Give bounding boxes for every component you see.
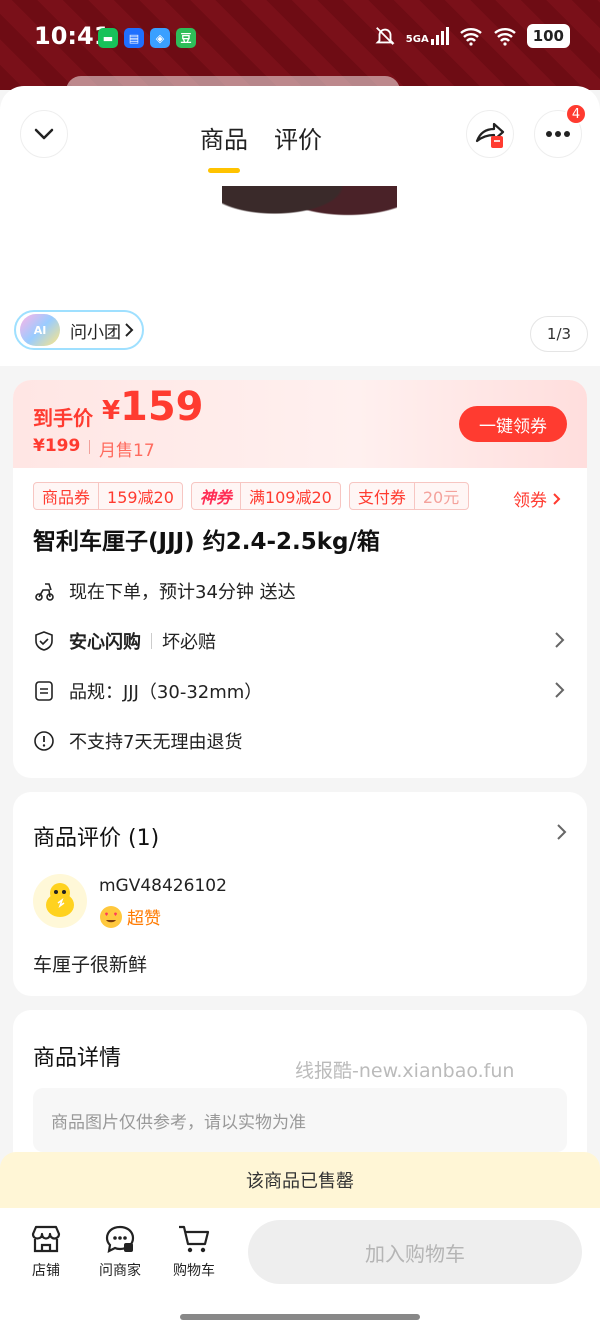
guarantee-row[interactable]: 安心闪购 坏必赔 [33,626,567,656]
get-coupons-link[interactable]: 领券 [513,486,562,511]
spec-text: 品规：JJJ（30-32mm） [69,682,263,703]
heart-eyes-emoji-icon [100,905,122,928]
shop-label: 店铺 [32,1263,60,1279]
delivery-text: 现在下单，预计34分钟 送达 [69,582,296,603]
details-title: 商品详情 [33,1046,122,1071]
coupon-tag: 支付券 [350,483,415,509]
guarantee-title: 安心闪购 [69,632,141,653]
coupon-item[interactable]: 商品券 159减20 [33,482,183,510]
review-rating-label: 超赞 [127,909,161,929]
coupon-item[interactable]: 支付券 20元 [348,482,469,510]
chat-icon [105,1225,135,1253]
ask-merchant-label: 问商家 [99,1263,141,1279]
store-icon [31,1225,61,1253]
add-to-cart-button[interactable]: 加入购物车 [248,1220,582,1284]
coupon-item[interactable]: 神券 满109减20 [190,482,341,510]
coupon-value: 159减20 [107,488,174,507]
divider [151,633,152,649]
share-button[interactable] [466,110,514,158]
product-hero: 商品 评价 4 AI 问小团 1/3 [0,86,600,366]
chevron-right-icon [125,323,134,337]
reviews-card[interactable]: 商品评价 (1) mGV48426102 超赞 车厘子很新鲜 [13,792,587,996]
claim-coupons-button[interactable]: 一键领券 [459,406,567,442]
coupon-value: 满109减20 [248,488,332,507]
shopping-cart-icon [179,1225,210,1253]
info-icon [33,730,55,752]
final-price-label: 到手价 [33,406,93,430]
notification-badge: 4 [565,103,587,125]
divider [89,440,90,454]
return-policy-row: 不支持7天无理由退货 [33,726,567,756]
shield-check-icon [33,630,55,652]
cart-label: 购物车 [173,1263,215,1279]
monthly-sales: 月售17 [99,441,155,461]
wifi-icon [459,28,482,46]
share-icon [475,122,505,148]
ai-assistant-label: 问小团 [70,322,121,343]
product-image[interactable] [222,186,397,236]
ai-assistant-button[interactable]: AI 问小团 [14,310,144,350]
ask-merchant-button[interactable]: 问商家 [90,1224,150,1280]
mute-bell-icon [375,27,395,45]
network-type: 5GA [405,34,429,45]
chevron-down-icon [34,128,54,140]
tab-product[interactable]: 商品 [200,120,248,173]
more-button[interactable]: 4 [534,103,587,158]
guarantee-text: 坏必赔 [162,632,216,653]
message-icon: ▤ [124,28,144,48]
ai-badge: AI [33,323,47,337]
spec-icon [33,680,55,702]
more-dots-icon [546,131,570,137]
shop-button[interactable]: 店铺 [16,1224,76,1280]
coupon-tag: 神券 [192,483,241,509]
original-price: ¥199 [33,436,81,456]
review-username: mGV48426102 [99,876,227,896]
tab-reviews[interactable]: 评价 [274,120,322,155]
sold-out-banner: 该商品已售罄 [0,1152,600,1208]
product-info-card: 到手价 ¥ 159 ¥199 月售17 一键领券 商品券 159减20 神券 满… [13,380,587,778]
map-icon: ◈ [150,28,170,48]
coupon-list: 商品券 159减20 神券 满109减20 支付券 20元 [33,482,469,510]
rider-icon [33,580,55,602]
battery-indicator: 100 [526,24,570,48]
spec-row[interactable]: 品规：JJJ（30-32mm） [33,676,567,706]
signal-icon: 5GA [406,27,449,45]
get-coupons-label: 领券 [513,491,547,511]
chevron-right-icon [555,682,565,698]
douban-icon: 豆 [176,28,196,48]
currency-symbol: ¥ [102,396,121,426]
chevron-right-icon [553,493,561,505]
delivery-row: 现在下单，预计34分钟 送达 [33,576,567,606]
review-rating: 超赞 [99,904,161,929]
status-right: 5GA 100 [374,24,570,48]
image-page-indicator: 1/3 [530,316,588,352]
cart-button[interactable]: 购物车 [164,1224,224,1280]
return-policy-text: 不支持7天无理由退货 [69,732,243,753]
watermark: 线报酷-new.xianbao.fun [295,1060,515,1082]
review-text: 车厘子很新鲜 [33,954,148,976]
chevron-right-icon [557,824,567,840]
product-title: 智利车厘子(JJJ) 约2.4-2.5kg/箱 [33,529,380,555]
reviews-title: 商品评价 (1) [33,826,160,851]
final-price: 159 [120,384,204,430]
details-note: 商品图片仅供参考，请以实物为准 [33,1088,567,1152]
coupon-tag: 商品券 [34,483,100,509]
wifi-icon-2 [493,28,516,46]
status-bar: 10:41 ▬ ▤ ◈ 豆 5GA 100 [0,0,600,106]
ai-assistant-icon: AI [20,314,60,346]
back-button[interactable] [20,110,68,158]
wechat-icon: ▬ [98,28,118,48]
coupon-value: 20元 [422,488,460,507]
status-app-icons: ▬ ▤ ◈ 豆 [98,28,196,48]
price-banner: 到手价 ¥ 159 ¥199 月售17 一键领券 [13,380,587,468]
home-indicator[interactable] [180,1314,420,1320]
avatar [33,874,87,928]
header-tabs: 商品 评价 [200,120,322,173]
chevron-right-icon [555,632,565,648]
